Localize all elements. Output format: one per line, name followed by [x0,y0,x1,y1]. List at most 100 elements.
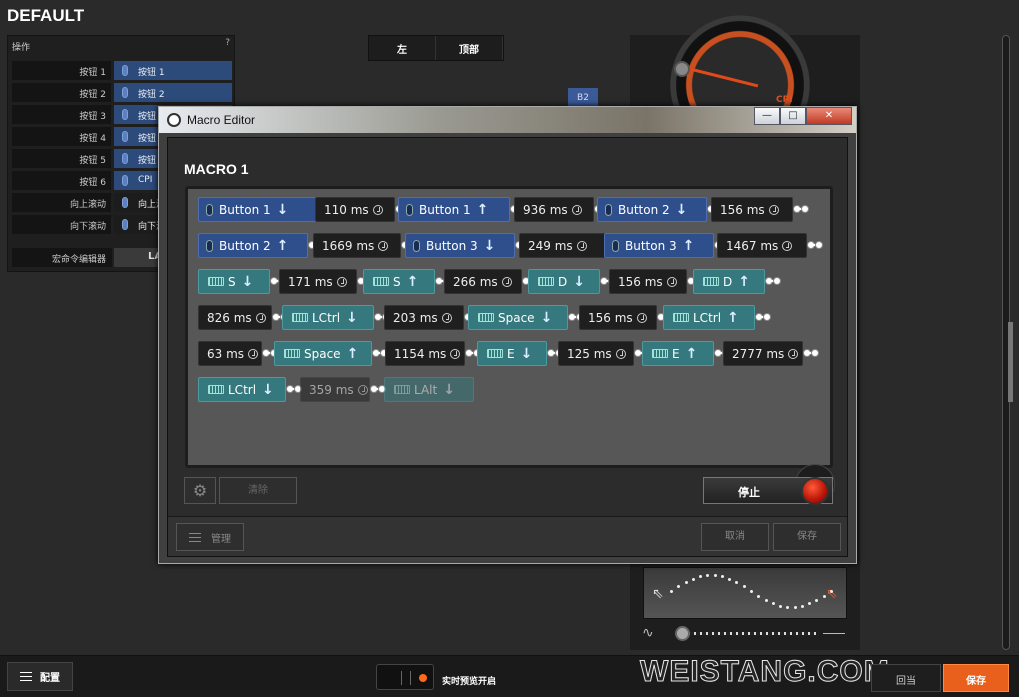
step-label: LCtrl [693,310,722,325]
delay-step[interactable]: 203 ms [384,305,464,330]
curve-dot [684,581,688,585]
cancel-button[interactable]: 取消 [701,523,769,551]
delay-step[interactable]: 156 ms [711,197,793,222]
sequence-scrollbar[interactable] [1008,322,1013,402]
curve-dot [757,594,761,598]
mouse-step[interactable]: Button 2 ↑ [198,233,308,258]
config-label: 配置 [40,673,60,684]
live-preview-toggle[interactable] [376,664,434,690]
delay-step[interactable]: 110 ms [315,197,395,222]
binding-value[interactable]: 按钮 2 [114,83,232,102]
clock-icon [788,348,799,359]
step-label: LAlt [414,382,438,397]
delay-step[interactable]: 266 ms [444,269,522,294]
delay-step[interactable]: 826 ms [198,305,272,330]
close-button[interactable]: ✕ [806,107,852,125]
key-step[interactable]: D ↑ [693,269,765,294]
slider-end-line [823,633,845,634]
clock-icon [501,276,512,287]
revert-button[interactable]: 回当 [871,664,941,692]
step-label: E [672,346,680,361]
settings-button[interactable]: ⚙ [184,477,216,504]
mouse-step[interactable]: Button 3 ↓ [405,233,515,258]
key-step[interactable]: S ↑ [363,269,435,294]
step-label: D [558,274,568,289]
curve-dot [771,602,775,606]
clock-icon [441,312,452,323]
mouse-step[interactable]: Button 2 ↓ [597,197,707,222]
step-connector [370,385,386,393]
key-step[interactable]: S ↓ [198,269,270,294]
save-macro-button[interactable]: 保存 [773,523,841,551]
curve-dot [670,590,673,593]
delay-step[interactable]: 171 ms [279,269,357,294]
keyboard-icon [292,313,308,322]
save-button[interactable]: 保存 [943,664,1009,692]
maximize-button[interactable]: □ [780,107,806,125]
arrow-down-icon: ↓ [483,237,496,254]
minimize-button[interactable]: — [754,107,780,125]
curve-dot [786,605,790,609]
key-step[interactable]: D ↓ [528,269,600,294]
key-step[interactable]: E ↑ [642,341,714,366]
binding-value[interactable]: 按钮 1 [114,61,232,80]
delay-step[interactable]: 936 ms [514,197,594,222]
slider-handle[interactable] [675,626,690,641]
cpi-knob[interactable] [674,61,690,77]
clear-button[interactable]: 清除 [219,477,297,504]
step-label: 125 ms [567,346,612,361]
delay-step[interactable]: 156 ms [579,305,657,330]
step-label: 156 ms [588,310,633,325]
delay-step[interactable]: 156 ms [609,269,687,294]
help-icon[interactable]: ? [225,38,230,48]
delay-step[interactable]: 125 ms [558,341,634,366]
delay-step[interactable]: 249 ms [519,233,609,258]
step-label: S [228,274,236,289]
cursor-end-icon: ⇖ [826,586,838,602]
step-label: E [507,346,515,361]
macro-sequence: Button 1 ↓ 110 ms Button 1 ↑ 936 ms Button 2 ↓ 1… [185,186,833,468]
delay-step[interactable]: 2777 ms [723,341,803,366]
record-icon[interactable] [801,477,829,505]
delay-step[interactable]: 1154 ms [385,341,465,366]
curve-dot [699,575,703,579]
arrow-up-icon: ↑ [476,201,489,218]
cpi-needle [687,67,759,88]
window-titlebar[interactable]: Macro Editor — □ ✕ [159,107,856,133]
live-preview-label: 实时预览开启 [442,677,497,687]
curve-dot [728,577,732,581]
mouse-step[interactable]: Button 3 ↑ [604,233,714,258]
key-step[interactable]: LCtrl ↑ [663,305,755,330]
key-step[interactable]: LCtrl ↓ [198,377,286,402]
delay-step[interactable]: 359 ms [300,377,370,402]
delay-step[interactable]: 1669 ms [313,233,401,258]
acceleration-slider[interactable] [682,632,816,635]
step-label: 249 ms [528,238,573,253]
key-step[interactable]: Space ↑ [274,341,372,366]
mouse-step[interactable]: Button 1 ↓ [198,197,316,222]
mouse-icon [612,239,619,252]
key-step[interactable]: Space ↓ [468,305,568,330]
key-step[interactable]: LCtrl ↓ [282,305,374,330]
curve-dot [793,605,797,609]
step-connector [286,385,302,393]
arrow-up-icon: ↑ [346,345,359,362]
cursor-start-icon: ⇖ [652,586,664,602]
key-step[interactable]: LAlt ↓ [384,377,474,402]
delay-step[interactable]: 63 ms [198,341,262,366]
arrow-down-icon: ↓ [262,381,274,398]
key-step[interactable]: E ↓ [477,341,547,366]
window-title: Macro Editor [187,113,256,127]
mouse-icon [605,203,612,216]
tab-top[interactable]: 顶部 [436,36,503,60]
mouse-step[interactable]: Button 1 ↑ [398,197,510,222]
clock-icon [636,312,647,323]
binding-row: 按钮 2 按钮 2 [12,83,232,102]
keyboard-icon [673,313,689,322]
arrow-down-icon: ↓ [276,201,289,218]
manage-button[interactable]: 管理 [176,523,244,551]
config-button[interactable]: 配置 [7,662,73,691]
delay-step[interactable]: 1467 ms [717,233,807,258]
tab-left[interactable]: 左 [369,36,436,60]
wave-icon: ∿ [642,625,654,641]
